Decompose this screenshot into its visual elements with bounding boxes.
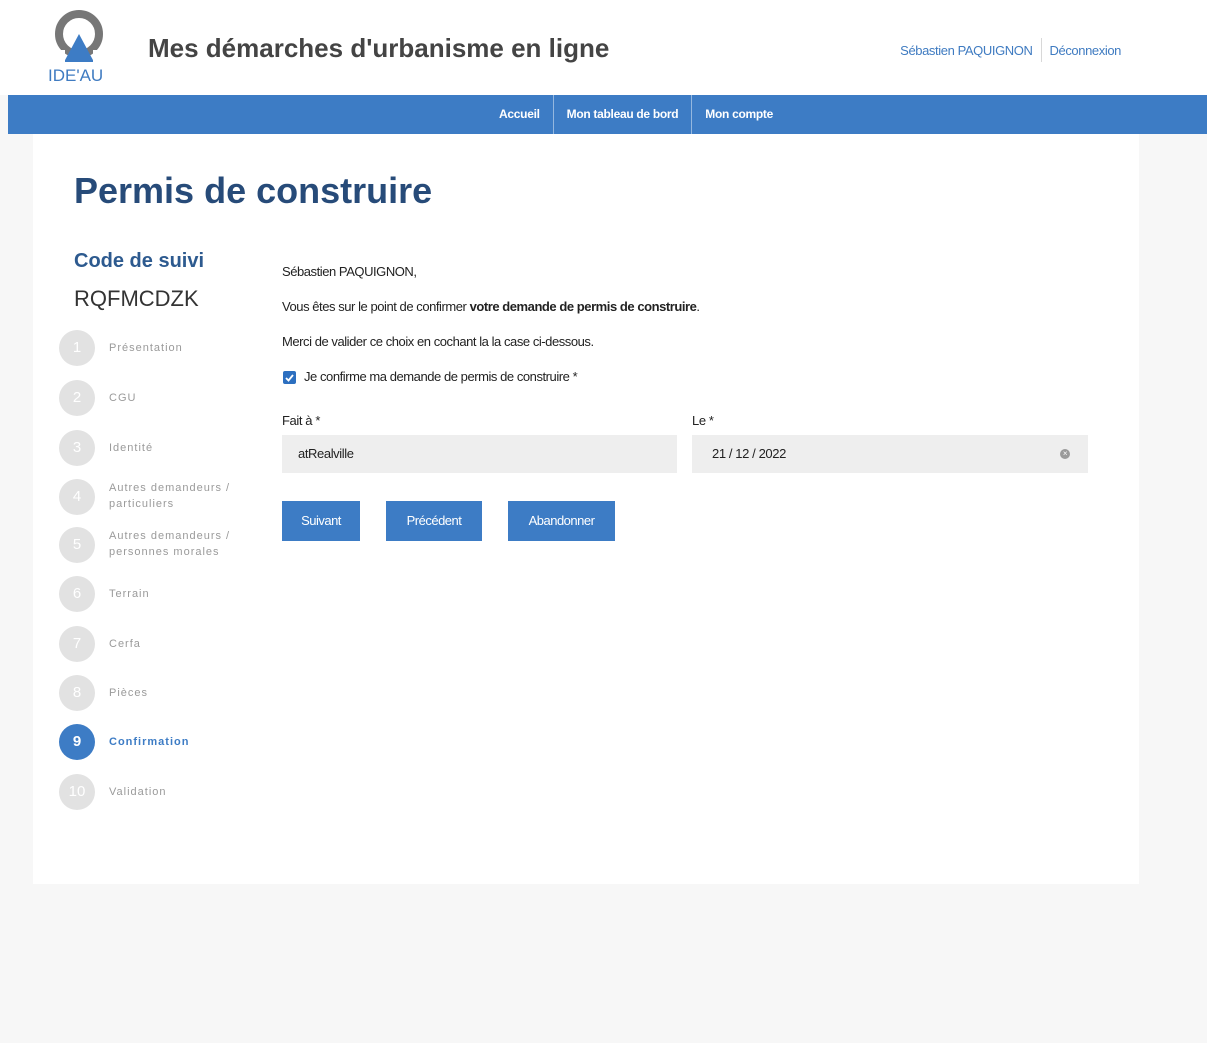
clear-icon[interactable]: × [1060,449,1070,459]
confirm-checkbox[interactable] [283,371,296,384]
step-number: 8 [59,675,95,711]
step-number: 7 [59,626,95,662]
step-label: CGU [109,392,137,404]
nav-item-accueil[interactable]: Accueil [486,95,553,134]
step-number: 2 [59,380,95,416]
intro-suffix: . [696,299,700,314]
nav-item-tableau-de-bord[interactable]: Mon tableau de bord [552,95,692,134]
step-pieces[interactable]: 8 Pièces [59,675,269,711]
step-label: Pièces [109,687,149,699]
step-confirmation[interactable]: 9 Confirmation [59,724,269,760]
step-label: Autres demandeurs / particuliers [109,482,231,510]
step-label: Identité [109,442,154,454]
step-cerfa[interactable]: 7 Cerfa [59,626,269,662]
step-label: Terrain [109,588,150,600]
step-validation[interactable]: 10 Validation [59,774,269,810]
step-cgu[interactable]: 2 CGU [59,380,269,416]
le-label: Le * [692,413,714,428]
logout-link[interactable]: Déconnexion [1042,41,1130,60]
step-label: Autres demandeurs / personnes morales [109,530,231,558]
abandon-button[interactable]: Abandonner [508,501,615,541]
instruction-text: Merci de valider ce choix en cochant la … [282,334,594,349]
step-number: 1 [59,330,95,366]
step-presentation[interactable]: 1 Présentation [59,330,269,366]
main-navbar: Accueil Mon tableau de bord Mon compte [8,95,1207,134]
step-number: 3 [59,430,95,466]
checkmark-icon [285,374,294,382]
step-label: Validation [109,786,167,798]
step-autres-personnes-morales[interactable]: 5 Autres demandeurs / personnes morales [59,527,269,563]
step-number: 10 [59,774,95,810]
step-label: Cerfa [109,638,141,650]
code-label: Code de suivi [74,250,205,272]
logo-text: IDE'AU [48,66,104,85]
user-name-link[interactable]: Sébastien PAQUIGNON [892,41,1040,60]
date-value: 21 / 12 / 2022 [712,446,786,461]
intro-prefix: Vous êtes sur le point de confirmer [282,299,470,314]
page-title: Permis de construire [74,170,433,211]
fait-label: Fait à * [282,413,320,428]
intro-text: Vous êtes sur le point de confirmer votr… [282,299,700,314]
step-label: Présentation [109,342,183,354]
intro-bold: votre demande de permis de construire [469,299,697,314]
date-input[interactable]: 21 / 12 / 2022 × [692,435,1088,473]
fait-a-input[interactable]: atRealville [282,435,677,473]
site-title: Mes démarches d'urbanisme en ligne [148,33,610,63]
next-button[interactable]: Suivant [282,501,360,541]
step-number: 4 [59,479,95,515]
confirm-checkbox-label[interactable]: Je confirme ma demande de permis de cons… [304,369,578,384]
code-value: RQFMCDZK [74,286,199,311]
step-identite[interactable]: 3 Identité [59,430,269,466]
greeting-text: Sébastien PAQUIGNON, [282,264,417,279]
previous-button[interactable]: Précédent [386,501,482,541]
user-links: Sébastien PAQUIGNON Déconnexion [892,38,1129,62]
nav-item-mon-compte[interactable]: Mon compte [691,95,786,134]
step-number: 5 [59,527,95,563]
step-number: 6 [59,576,95,612]
header: IDE'AU Mes démarches d'urbanisme en lign… [0,0,1207,95]
step-number: 9 [59,724,95,760]
step-autres-particuliers[interactable]: 4 Autres demandeurs / particuliers [59,479,269,515]
step-terrain[interactable]: 6 Terrain [59,576,269,612]
step-label: Confirmation [109,736,190,748]
